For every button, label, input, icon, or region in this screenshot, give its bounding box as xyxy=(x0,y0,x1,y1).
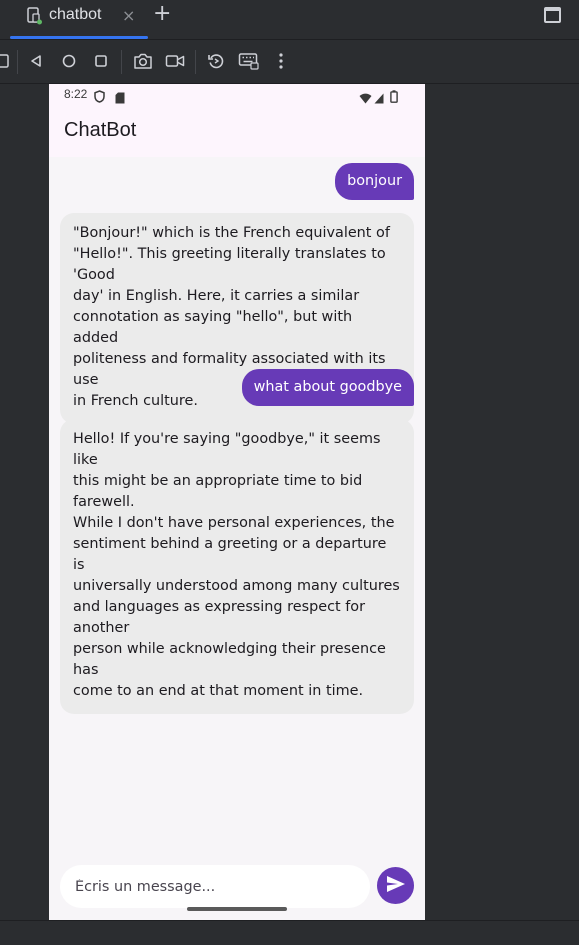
bot-message: Hello! If you're saying "goodbye," it se… xyxy=(60,419,414,714)
panel-toggle-icon[interactable] xyxy=(0,50,14,72)
more-icon[interactable] xyxy=(270,50,292,72)
toolbar-divider xyxy=(17,50,18,74)
home-indicator[interactable] xyxy=(187,907,287,911)
status-time: 8:22 xyxy=(64,87,88,101)
toolbar-divider xyxy=(121,50,122,74)
message-input[interactable] xyxy=(60,865,370,908)
message-line: Hello! If you're saying "goodbye," it se… xyxy=(73,431,381,468)
message-text: bonjour xyxy=(347,173,402,189)
page-title: ChatBot xyxy=(64,119,137,141)
ide-status-strip xyxy=(0,920,579,945)
ide-tab-bar: chatbot × + xyxy=(0,0,579,40)
message-line: universally understood among many cultur… xyxy=(73,578,400,594)
maximize-window-icon[interactable] xyxy=(544,7,561,23)
message-text: what about goodbye xyxy=(253,379,402,395)
status-bar: 8:22 xyxy=(49,84,425,106)
keyboard-icon[interactable] xyxy=(238,50,260,72)
active-tab-indicator xyxy=(10,36,148,39)
tab-label: chatbot xyxy=(49,6,102,23)
message-line: connotation as saying "hello", but with … xyxy=(73,309,353,346)
message-line: sentiment behind a greeting or a departu… xyxy=(73,536,387,573)
shield-icon xyxy=(94,88,105,107)
message-line: "Hello!". This greeting literally transl… xyxy=(73,246,386,283)
add-tab-icon[interactable]: + xyxy=(153,1,171,26)
rotate-icon[interactable] xyxy=(205,50,227,72)
message-line: person while acknowledging their presenc… xyxy=(73,641,386,678)
camera-icon[interactable] xyxy=(132,50,154,72)
message-line: come to an end at that moment in time. xyxy=(73,683,364,699)
home-icon[interactable] xyxy=(58,50,80,72)
battery-icon xyxy=(390,88,398,107)
emulator-toolbar xyxy=(0,40,579,84)
right-panel xyxy=(425,84,579,920)
tab-chatbot[interactable]: chatbot × xyxy=(10,0,148,40)
device-icon xyxy=(27,7,43,25)
overview-icon[interactable] xyxy=(90,50,112,72)
app-bar: ChatBot xyxy=(49,106,425,157)
message-line: While I don't have personal experiences,… xyxy=(73,515,395,531)
back-icon[interactable] xyxy=(25,50,47,72)
send-icon xyxy=(386,875,406,897)
message-line: "Bonjour!" which is the French equivalen… xyxy=(73,225,390,241)
toolbar-divider xyxy=(195,50,196,74)
message-line: day' in English. Here, it carries a simi… xyxy=(73,288,360,304)
message-line: and languages as expressing respect for … xyxy=(73,599,365,636)
close-icon[interactable]: × xyxy=(122,6,135,25)
send-button[interactable] xyxy=(377,867,414,904)
left-panel xyxy=(0,84,49,920)
video-icon[interactable] xyxy=(164,50,186,72)
message-line: this might be an appropriate time to bid… xyxy=(73,473,363,510)
user-message: what about goodbye xyxy=(241,369,414,406)
message-input-container xyxy=(60,865,370,908)
user-message: bonjour xyxy=(335,163,414,200)
phone-screen: 8:22 ChatBot bonjour "Bonjour!" which is… xyxy=(49,84,425,920)
